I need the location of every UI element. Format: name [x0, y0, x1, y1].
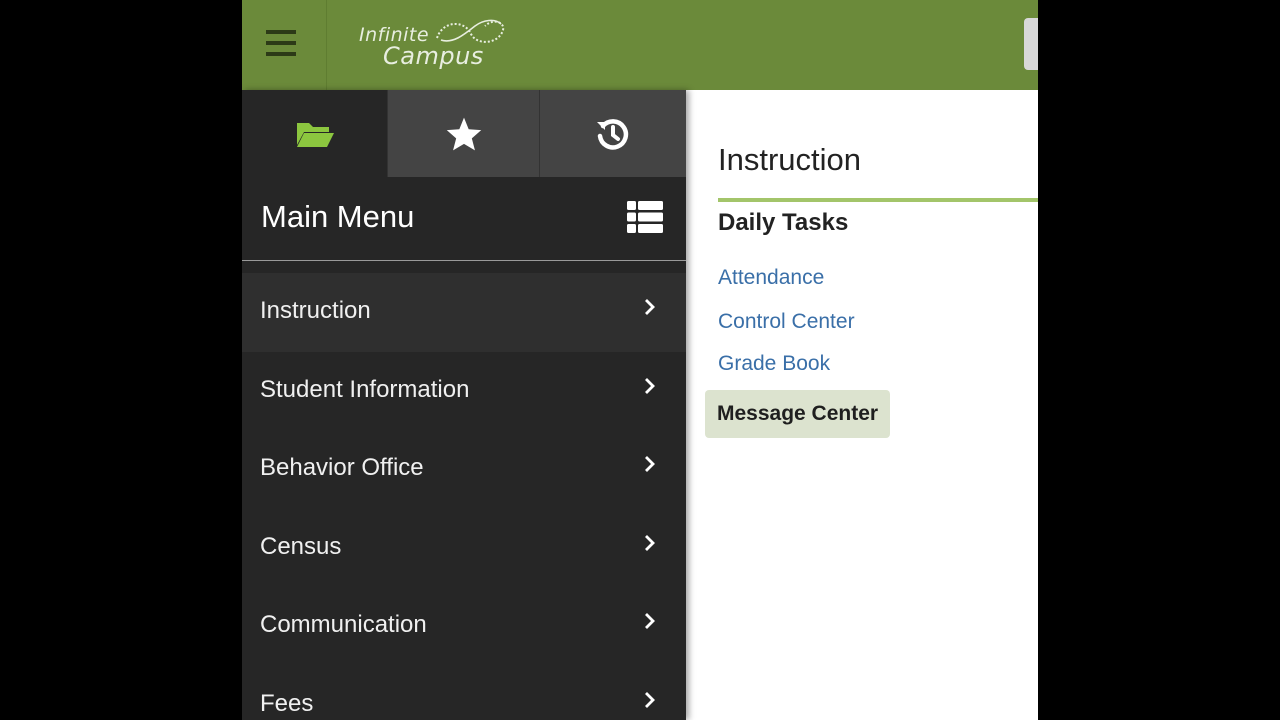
link-message-center[interactable]: Message Center [705, 390, 891, 438]
top-bar: Infinite Campus [242, 0, 1038, 90]
menu-item-instruction[interactable]: Instruction [242, 273, 686, 352]
main-menu-header: Main Menu [242, 177, 686, 261]
search-field[interactable] [1024, 18, 1038, 70]
chevron-right-icon [645, 377, 655, 394]
link-grade-book[interactable]: Grade Book [718, 352, 830, 376]
sidebar: Main Menu Instruction Student Informatio… [242, 90, 686, 720]
link-attendance[interactable]: Attendance [718, 266, 824, 290]
menu-item-communication[interactable]: Communication [242, 587, 686, 666]
star-icon [446, 117, 481, 150]
hamburger-button[interactable] [242, 0, 327, 90]
logo-swoosh-icon [436, 19, 505, 43]
section-title-daily-tasks: Daily Tasks [718, 209, 849, 236]
chevron-right-icon [645, 613, 655, 629]
menu-item-label: Instruction [260, 297, 371, 324]
tab-all-tools[interactable] [242, 90, 387, 177]
link-control-center[interactable]: Control Center [718, 310, 855, 334]
hamburger-icon [266, 30, 296, 34]
chevron-right-icon [645, 534, 655, 551]
chevron-right-icon [645, 691, 655, 708]
menu-item-behavior-office[interactable]: Behavior Office [242, 430, 686, 509]
content-panel: Instruction Daily Tasks Attendance Contr… [686, 90, 1038, 720]
title-divider [718, 198, 1038, 202]
menu-item-label: Student Information [260, 375, 470, 403]
menu-item-census[interactable]: Census [242, 509, 686, 588]
tab-history[interactable] [539, 90, 686, 177]
menu-item-student-information[interactable]: Student Information [242, 352, 686, 431]
sidebar-tabs [242, 90, 686, 177]
menu-item-label: Fees [260, 689, 314, 717]
history-icon [597, 118, 629, 150]
page-title: Instruction [718, 142, 862, 177]
menu-item-fees[interactable]: Fees [242, 666, 686, 720]
infinite-campus-logo[interactable]: Infinite Campus [359, 14, 519, 76]
chevron-right-icon [645, 456, 655, 472]
folder-open-icon [296, 122, 334, 147]
main-menu-list: Instruction Student Information Behavior… [242, 273, 686, 720]
menu-item-label: Census [260, 532, 342, 560]
tab-favorites[interactable] [387, 90, 539, 177]
list-icon[interactable] [627, 201, 663, 233]
menu-item-label: Behavior Office [260, 454, 424, 481]
app-window: Infinite Campus Main Menu Instruction St… [242, 0, 1038, 720]
main-menu-title: Main Menu [261, 199, 415, 234]
menu-item-label: Communication [260, 611, 427, 638]
chevron-right-icon [645, 299, 655, 315]
